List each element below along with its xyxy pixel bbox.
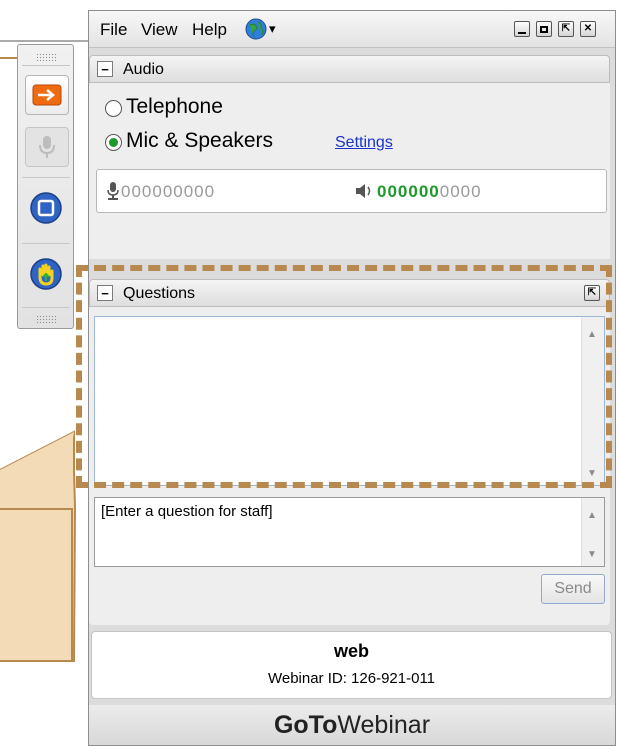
send-button[interactable]: Send [541,574,605,604]
menu-bar: File View Help ▾ ⇱ ✕ [89,11,615,48]
floating-control-toolbar [17,44,74,329]
mic-level-meter: 000000000 [121,182,216,201]
raise-hand-icon [30,258,62,290]
minimize-icon [518,32,526,34]
audio-panel-title: Audio [123,61,164,78]
audio-panel-header: − Audio [89,55,610,83]
screen-view-button[interactable] [25,189,67,227]
brand-webinar: Webinar [337,711,431,739]
audio-collapse-button[interactable]: − [97,61,113,77]
questions-highlight-box [76,265,612,488]
menu-view[interactable]: View [141,20,178,40]
brand-footer: GoToWebinar [89,705,615,745]
scroll-up-icon: ▲ [587,510,597,521]
popout-button[interactable]: ⇱ [558,21,574,37]
menu-help[interactable]: Help [192,20,227,40]
language-menu-button[interactable]: ▾ [245,18,276,40]
restore-button[interactable] [536,21,552,37]
raise-hand-button[interactable] [25,255,67,293]
telephone-radio[interactable] [105,100,122,117]
speaker-level-active: 000000 [377,182,440,201]
restore-icon [540,25,548,33]
audio-level-meters: 000000000 0000000000 [96,169,607,213]
webinar-name: web [333,641,369,661]
scroll-down-icon: ▼ [587,549,597,560]
chevron-down-icon: ▾ [269,21,276,36]
menu-file[interactable]: File [100,20,127,40]
brand-goto: GoTo [273,711,338,739]
speaker-level-meter: 0000000000 [377,182,482,202]
orange-arrow-icon [32,84,62,106]
webinar-info: web Webinar ID: 126-921-011 [91,631,612,699]
screen-icon [30,192,62,224]
close-button[interactable]: ✕ [580,21,596,37]
speaker-icon [356,184,371,198]
microphone-icon [39,136,55,158]
speaker-level-inactive: 0000 [439,182,482,201]
audio-panel-body: Telephone Mic & Speakers Settings 000000… [89,83,610,259]
mute-microphone-button[interactable] [25,127,69,167]
mic-speakers-radio[interactable] [105,134,122,151]
webinar-id: Webinar ID: 126-921-011 [267,670,436,687]
mic-speakers-label[interactable]: Mic & Speakers [126,129,273,153]
question-input[interactable]: [Enter a question for staff] ▲ ▼ [94,497,605,567]
question-input-scrollbar[interactable]: ▲ ▼ [581,498,604,566]
toolbar-grip-bottom[interactable] [36,315,56,323]
audio-settings-link[interactable]: Settings [335,134,393,152]
globe-icon [245,18,267,40]
question-input-placeholder: [Enter a question for staff] [101,503,273,520]
microphone-icon [107,182,119,200]
minimize-button[interactable] [514,21,530,37]
close-icon: ✕ [583,23,593,34]
telephone-label[interactable]: Telephone [126,95,223,119]
popout-icon: ⇱ [561,23,571,34]
toolbar-grip-top[interactable] [36,53,56,61]
gotowebinar-logo: GoToWebinar [274,711,430,739]
show-hide-panel-button[interactable] [25,75,69,115]
